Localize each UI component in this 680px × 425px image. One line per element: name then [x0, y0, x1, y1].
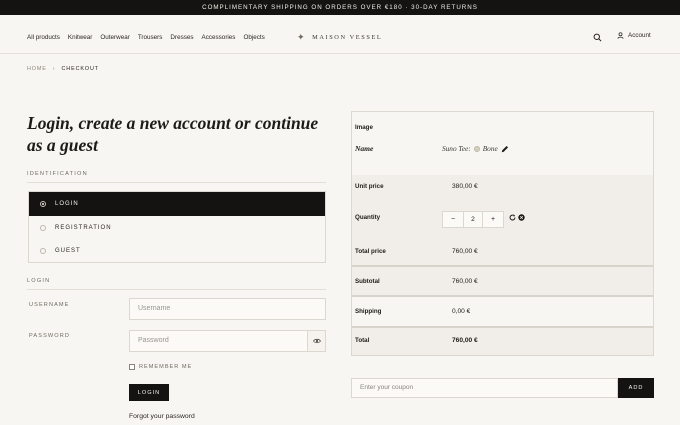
- search-icon[interactable]: [593, 33, 602, 42]
- nav-item-outerwear[interactable]: Outerwear: [100, 34, 129, 41]
- breadcrumb-current: CHECKOUT: [61, 66, 99, 72]
- name-label: Name: [355, 144, 374, 153]
- quantity-actions: [509, 214, 525, 221]
- unit-price-value: 380,00 €: [452, 183, 478, 190]
- nav-item-objects[interactable]: Objects: [243, 34, 264, 41]
- quantity-row: Quantity − 2 +: [352, 211, 653, 228]
- login-divider: [27, 289, 326, 290]
- radio-selected-icon[interactable]: [40, 201, 46, 207]
- total-price-label: Total price: [355, 248, 386, 255]
- quantity-stepper: − 2 +: [442, 211, 504, 228]
- subtotal-label: Subtotal: [355, 278, 380, 285]
- username-input[interactable]: Username: [129, 298, 326, 320]
- nav-item-knitwear[interactable]: Knitwear: [68, 34, 93, 41]
- brand-logo[interactable]: ✦ MAISON VESSEL: [297, 32, 382, 43]
- login-button[interactable]: LOGIN: [129, 384, 169, 401]
- radio-icon[interactable]: [40, 247, 46, 254]
- main-nav: All products Knitwear Outerwear Trousers…: [27, 34, 265, 41]
- total-price-value: 760,00 €: [452, 248, 478, 255]
- product-name: Suno Tee: Bone: [442, 144, 509, 153]
- quantity-label: Quantity: [355, 214, 381, 221]
- product-color: Bone: [482, 144, 498, 153]
- nav-item-accessories[interactable]: Accessories: [202, 34, 236, 41]
- refresh-icon[interactable]: [509, 214, 516, 221]
- color-swatch: [473, 145, 480, 152]
- total-label: Total: [355, 337, 370, 344]
- summary-divider: [352, 326, 653, 328]
- shipping-label: Shipping: [355, 308, 382, 315]
- site-header: All products Knitwear Outerwear Trousers…: [0, 22, 680, 54]
- add-coupon-button[interactable]: ADD: [618, 378, 654, 398]
- identification-options: LOGIN REGISTRATION GUEST: [28, 191, 326, 263]
- star-logo-icon: ✦: [297, 32, 307, 42]
- remember-me[interactable]: REMEMBER ME: [129, 364, 192, 370]
- remember-label: REMEMBER ME: [139, 364, 193, 370]
- account-link[interactable]: Account: [617, 32, 651, 39]
- product-title: Suno Tee:: [442, 144, 471, 153]
- subtotal-value: 760,00 €: [452, 278, 478, 285]
- order-summary: Image Name Suno Tee: Bone Unit price 380…: [351, 111, 654, 356]
- option-guest[interactable]: GUEST: [29, 239, 325, 262]
- unit-price-label: Unit price: [355, 183, 384, 190]
- option-login-label: LOGIN: [55, 201, 79, 207]
- password-input[interactable]: Password: [129, 330, 308, 352]
- forgot-password-link[interactable]: Forgot your password: [129, 413, 195, 420]
- announcement-bar: COMPLIMENTARY SHIPPING ON ORDERS OVER €1…: [0, 0, 680, 15]
- account-label: Account: [628, 32, 651, 39]
- remember-checkbox[interactable]: [129, 364, 135, 370]
- nav-item-dresses[interactable]: Dresses: [170, 34, 193, 41]
- shipping-value: 0,00 €: [452, 308, 471, 315]
- identification-label: IDENTIFICATION: [27, 171, 88, 177]
- radio-icon[interactable]: [40, 224, 46, 231]
- total-value: 760,00 €: [452, 337, 478, 344]
- show-password-button[interactable]: [307, 330, 326, 352]
- option-registration[interactable]: REGISTRATION: [29, 216, 325, 239]
- decrease-quantity-button[interactable]: −: [442, 211, 464, 228]
- password-label: PASSWORD: [29, 333, 71, 339]
- breadcrumb-home[interactable]: HOME: [27, 66, 47, 72]
- shipping-band: [352, 297, 653, 326]
- coupon-input[interactable]: Enter your coupon: [351, 378, 618, 398]
- nav-item-trousers[interactable]: Trousers: [138, 34, 163, 41]
- breadcrumb: HOME › CHECKOUT: [27, 66, 99, 72]
- brand-name: MAISON VESSEL: [312, 34, 383, 41]
- nav-item-all-products[interactable]: All products: [27, 34, 60, 41]
- summary-divider: [352, 265, 653, 267]
- eye-icon: [312, 338, 321, 344]
- remove-icon[interactable]: [518, 214, 525, 221]
- pencil-icon[interactable]: [501, 145, 509, 153]
- option-guest-label: GUEST: [55, 247, 81, 254]
- option-login[interactable]: LOGIN: [29, 192, 325, 216]
- quantity-value[interactable]: 2: [464, 211, 482, 228]
- username-label: USERNAME: [29, 302, 70, 308]
- login-section-label: LOGIN: [27, 278, 51, 284]
- option-registration-label: REGISTRATION: [55, 224, 112, 231]
- announcement-text: COMPLIMENTARY SHIPPING ON ORDERS OVER €1…: [202, 4, 478, 11]
- user-icon: [617, 32, 624, 39]
- page-title: Login, create a new account or continue …: [27, 113, 319, 155]
- breadcrumb-separator: ›: [52, 66, 56, 72]
- identification-divider: [27, 182, 326, 183]
- increase-quantity-button[interactable]: +: [482, 211, 504, 228]
- image-label: Image: [355, 124, 373, 131]
